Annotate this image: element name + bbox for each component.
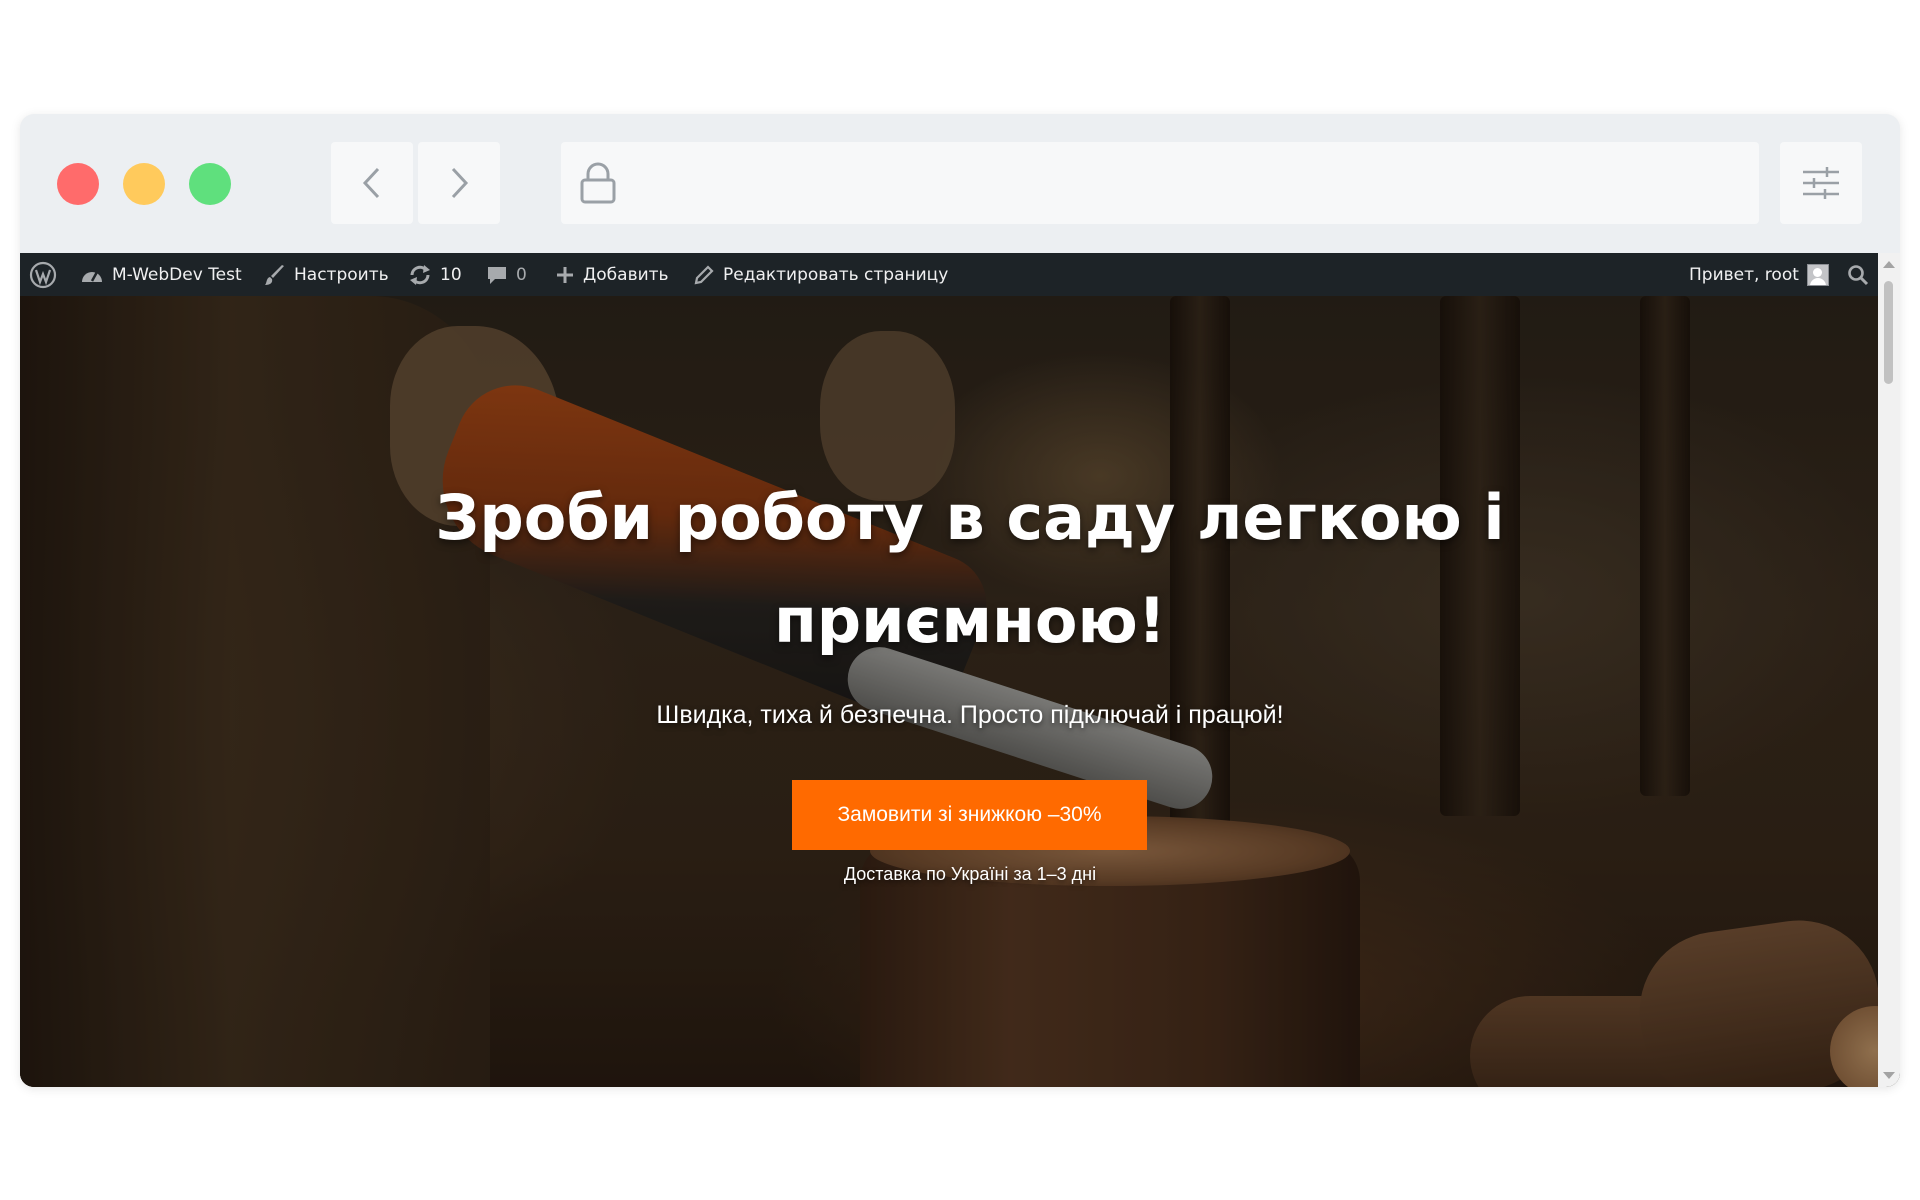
comment-icon xyxy=(488,266,506,284)
chevron-left-icon xyxy=(362,167,380,199)
maximize-window-button[interactable] xyxy=(189,163,231,205)
new-content-menu[interactable]: Добавить xyxy=(555,253,669,296)
new-content-label: Добавить xyxy=(583,264,669,285)
updates-link[interactable]: 10 xyxy=(408,253,462,296)
comments-link[interactable]: 0 xyxy=(486,253,527,296)
edit-page-label: Редактировать страницу xyxy=(723,264,949,285)
hero-subtitle: Швидка, тиха й безпечна. Просто підключа… xyxy=(656,701,1284,729)
order-discount-button[interactable]: Замовити зі знижкою –30% xyxy=(792,780,1147,850)
hero-content: Зроби роботу в саду легкою і приємною! Ш… xyxy=(20,296,1878,1087)
avatar xyxy=(1806,263,1829,286)
pencil-icon xyxy=(694,264,714,284)
wordpress-icon xyxy=(29,261,57,288)
delivery-note: Доставка по Україні за 1–3 дні xyxy=(843,864,1097,884)
update-icon xyxy=(410,264,430,285)
chevron-right-icon xyxy=(451,167,469,199)
account-menu[interactable]: Привет, root xyxy=(1689,253,1829,296)
plus-icon xyxy=(557,266,573,283)
greeting-label: Привет, root xyxy=(1689,264,1799,285)
sliders-icon xyxy=(1803,167,1839,199)
back-button[interactable] xyxy=(331,142,413,224)
site-name-label: M-WebDev Test xyxy=(112,264,242,285)
customize-label: Настроить xyxy=(294,264,389,285)
address-bar[interactable] xyxy=(561,142,1759,224)
page-scrollbar[interactable] xyxy=(1878,253,1900,1087)
hero-section: Зроби роботу в саду легкою і приємною! Ш… xyxy=(20,296,1878,1087)
lock-icon xyxy=(580,162,616,204)
scroll-down-arrow-icon[interactable] xyxy=(1883,1072,1895,1079)
browser-menu-button[interactable] xyxy=(1780,142,1862,224)
wp-admin-bar: M-WebDev Test Настроить 10 0 Добавить Ре… xyxy=(20,253,1878,296)
close-window-button[interactable] xyxy=(57,163,99,205)
admin-search-button[interactable] xyxy=(1847,253,1869,296)
search-icon xyxy=(1848,264,1869,285)
paintbrush-icon xyxy=(265,264,284,285)
site-name-link[interactable]: M-WebDev Test xyxy=(80,253,242,296)
forward-button[interactable] xyxy=(418,142,500,224)
hero-title: Зроби роботу в саду легкою і приємною! xyxy=(435,481,1505,657)
page-viewport: M-WebDev Test Настроить 10 0 Добавить Ре… xyxy=(20,253,1900,1087)
wp-logo-menu[interactable] xyxy=(29,253,57,296)
edit-page-link[interactable]: Редактировать страницу xyxy=(693,253,948,296)
updates-count: 10 xyxy=(440,264,462,285)
comments-count: 0 xyxy=(516,264,527,285)
scroll-up-arrow-icon[interactable] xyxy=(1883,261,1895,268)
scrollbar-thumb[interactable] xyxy=(1884,281,1893,384)
dashboard-icon xyxy=(82,270,102,282)
minimize-window-button[interactable] xyxy=(123,163,165,205)
browser-toolbar xyxy=(20,114,1900,252)
customize-link[interactable]: Настроить xyxy=(264,253,389,296)
browser-window: M-WebDev Test Настроить 10 0 Добавить Ре… xyxy=(20,114,1900,1087)
